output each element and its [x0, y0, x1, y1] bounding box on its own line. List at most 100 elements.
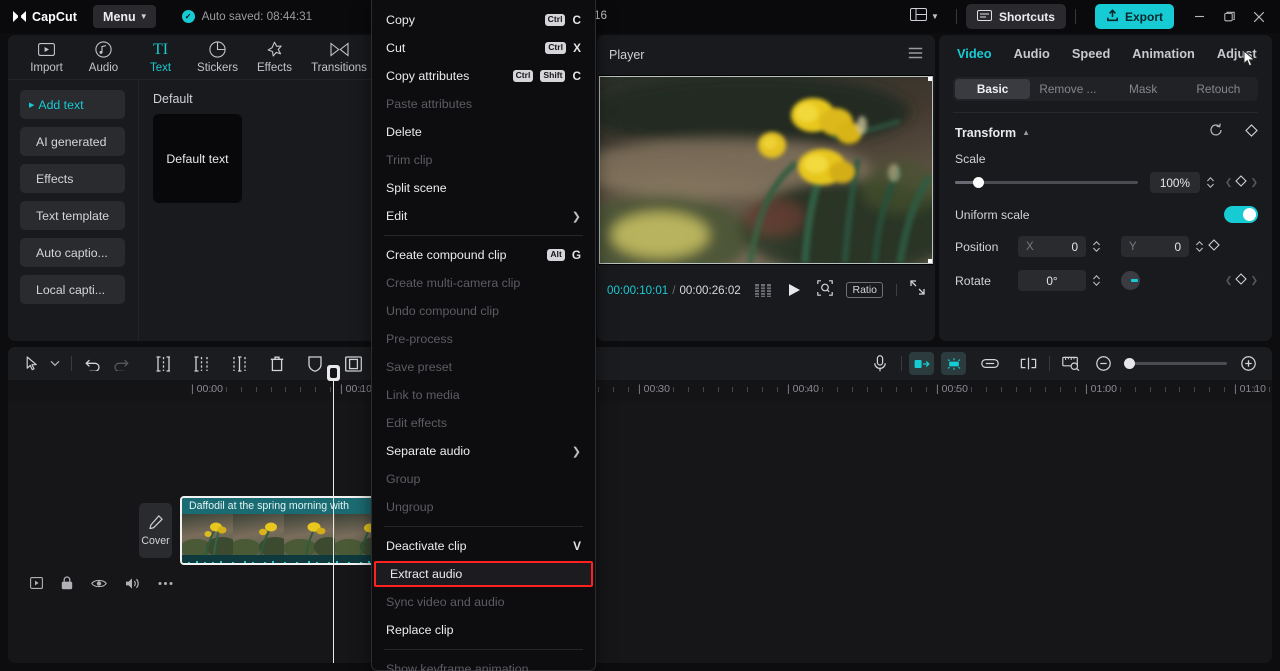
- delete-trash-icon[interactable]: [263, 347, 291, 380]
- select-arrow-icon[interactable]: [18, 347, 46, 380]
- subtab-remove-background[interactable]: Remove ...: [1030, 79, 1105, 99]
- menu-item-extract-audio[interactable]: Extract audio: [374, 561, 593, 587]
- play-icon[interactable]: [788, 283, 801, 297]
- eye-icon[interactable]: [91, 578, 107, 589]
- subtab-retouch[interactable]: Retouch: [1181, 79, 1256, 99]
- split-icon[interactable]: [149, 347, 177, 380]
- microphone-icon[interactable]: [866, 347, 894, 380]
- position-keyframe[interactable]: [1208, 238, 1220, 256]
- trim-right-icon[interactable]: [225, 347, 253, 380]
- menu-item-split-scene[interactable]: Split scene: [372, 174, 595, 202]
- rotate-keyframe[interactable]: ❮ ❯: [1225, 272, 1258, 290]
- tab-video[interactable]: Video: [957, 46, 992, 61]
- position-x-stepper[interactable]: [1090, 240, 1103, 253]
- tab-text[interactable]: TI Text: [132, 40, 189, 75]
- keyframe-control[interactable]: [1245, 123, 1258, 142]
- video-clip[interactable]: Daffodil at the spring morning with: [180, 496, 388, 565]
- cover-button[interactable]: Cover: [139, 503, 172, 558]
- tab-adjust[interactable]: Adjust: [1217, 46, 1257, 61]
- rotate-dial[interactable]: [1121, 271, 1140, 290]
- preview-video-frame[interactable]: [599, 76, 933, 264]
- zoom-out-icon[interactable]: [1089, 347, 1117, 380]
- menu-item-delete[interactable]: Delete: [372, 118, 595, 146]
- layout-button[interactable]: ▼: [902, 4, 947, 30]
- ruler-tick: [866, 387, 868, 392]
- menu-item-separate-audio[interactable]: Separate audio ❯: [372, 437, 595, 465]
- keyframe-diamond-icon[interactable]: [1235, 272, 1248, 290]
- tab-stickers[interactable]: Stickers: [189, 40, 246, 74]
- timeline-zoom-slider[interactable]: [1124, 358, 1227, 369]
- mask-shield-icon[interactable]: [301, 347, 329, 380]
- preview-box-icon[interactable]: [30, 577, 43, 589]
- scale-value-input[interactable]: 100%: [1149, 172, 1200, 193]
- sidebar-item-effects[interactable]: Effects: [20, 164, 125, 193]
- position-y-input[interactable]: Y 0: [1121, 236, 1189, 257]
- magnifier-icon[interactable]: [817, 279, 834, 301]
- subtab-mask[interactable]: Mask: [1106, 79, 1181, 99]
- timeline-ruler[interactable]: | 00:00 | 00:10 | 00:20 | 00:30 | 00:40 …: [8, 380, 1272, 401]
- position-x-input[interactable]: X 0: [1018, 236, 1086, 257]
- sidebar-item-add-text[interactable]: ▶ Add text: [20, 90, 125, 119]
- frames-icon[interactable]: [754, 283, 772, 297]
- selection-handle-br[interactable]: [928, 259, 932, 263]
- minimize-button[interactable]: [1184, 0, 1214, 33]
- subtab-basic[interactable]: Basic: [955, 79, 1031, 99]
- fullscreen-icon[interactable]: [910, 280, 925, 300]
- menu-item-replace-clip[interactable]: Replace clip: [372, 616, 595, 644]
- tab-audio[interactable]: Audio: [1014, 46, 1050, 61]
- ruler-zoom-icon[interactable]: [1057, 347, 1085, 380]
- tab-audio[interactable]: Audio: [75, 40, 132, 74]
- speaker-icon[interactable]: [125, 577, 140, 590]
- redo-icon[interactable]: [107, 347, 135, 380]
- menu-button[interactable]: Menu ▼: [93, 5, 156, 28]
- magnetic-icon[interactable]: [941, 352, 966, 375]
- scale-keyframe[interactable]: ❮ ❯: [1225, 174, 1258, 192]
- crop-icon[interactable]: [339, 347, 367, 380]
- link-icon[interactable]: [976, 347, 1004, 380]
- sidebar-item-ai-generated[interactable]: AI generated: [20, 127, 125, 156]
- keyframe-diamond-icon[interactable]: [1245, 123, 1258, 142]
- rotate-stepper[interactable]: [1090, 274, 1103, 287]
- zoom-in-icon[interactable]: [1234, 347, 1262, 380]
- selection-handle-tr[interactable]: [928, 77, 932, 81]
- adsorb-icon[interactable]: [1014, 347, 1042, 380]
- sidebar-item-auto-captions[interactable]: Auto captio...: [20, 238, 125, 267]
- sidebar-item-text-template[interactable]: Text template: [20, 201, 125, 230]
- sidebar-item-local-captions[interactable]: Local capti...: [20, 275, 125, 304]
- playhead[interactable]: [327, 365, 340, 663]
- rotate-value-input[interactable]: 0°: [1018, 270, 1086, 291]
- lock-icon[interactable]: [61, 576, 73, 590]
- playhead-grip[interactable]: [327, 365, 340, 381]
- ratio-button[interactable]: Ratio: [846, 282, 883, 298]
- undo-icon[interactable]: [79, 347, 107, 380]
- tab-speed[interactable]: Speed: [1072, 46, 1110, 61]
- menu-item-copy[interactable]: Copy Ctrl C: [372, 6, 595, 34]
- chevron-up-icon[interactable]: ▲: [1022, 128, 1030, 137]
- scale-slider[interactable]: [955, 177, 1138, 188]
- position-y-stepper[interactable]: [1193, 240, 1206, 253]
- close-button[interactable]: [1244, 0, 1274, 33]
- keyframe-diamond-icon[interactable]: [1208, 238, 1220, 256]
- tab-effects[interactable]: Effects: [246, 40, 303, 74]
- keyframe-diamond-icon[interactable]: [1235, 174, 1248, 192]
- maximize-button[interactable]: [1214, 0, 1244, 33]
- menu-item-create-compound-clip[interactable]: Create compound clip Alt G: [372, 241, 595, 269]
- menu-item-deactivate-clip[interactable]: Deactivate clip V: [372, 532, 595, 560]
- menu-item-copy-attributes[interactable]: Copy attributes Ctrl Shift C: [372, 62, 595, 90]
- chevron-down-icon[interactable]: [46, 347, 64, 380]
- reset-icon[interactable]: [1209, 123, 1223, 142]
- scale-stepper[interactable]: [1204, 176, 1217, 189]
- trim-left-icon[interactable]: [187, 347, 215, 380]
- menu-item-edit[interactable]: Edit ❯: [372, 202, 595, 230]
- shortcuts-button[interactable]: Shortcuts: [965, 4, 1066, 29]
- menu-item-cut[interactable]: Cut Ctrl X: [372, 34, 595, 62]
- tab-transitions[interactable]: Transitions: [303, 40, 375, 74]
- hamburger-icon[interactable]: [908, 46, 923, 64]
- default-text-card[interactable]: Default text: [153, 114, 242, 203]
- auto-snap-icon[interactable]: [909, 352, 934, 375]
- clip-title: Daffodil at the spring morning with: [182, 498, 386, 514]
- tab-animation[interactable]: Animation: [1132, 46, 1195, 61]
- tab-import[interactable]: Import: [18, 40, 75, 74]
- uniform-scale-toggle[interactable]: [1224, 206, 1258, 223]
- export-button[interactable]: Export: [1094, 4, 1174, 29]
